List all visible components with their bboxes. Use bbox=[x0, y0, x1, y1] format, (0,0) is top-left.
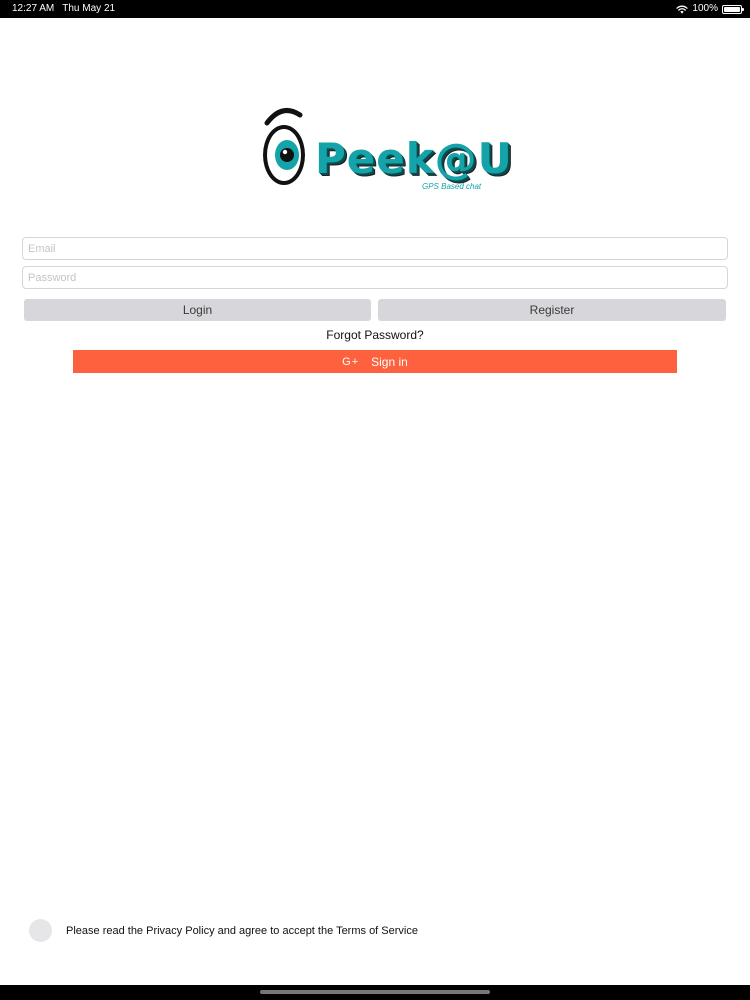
google-sign-in-button[interactable]: G+ Sign in bbox=[73, 350, 677, 373]
status-right: 100% bbox=[676, 0, 744, 18]
password-field[interactable] bbox=[22, 266, 728, 289]
consent-checkbox[interactable] bbox=[29, 919, 52, 942]
wifi-icon bbox=[676, 5, 689, 14]
logo-wordmark: Peek@U bbox=[315, 134, 513, 183]
terms-consent: Please read the Privacy Policy and agree… bbox=[29, 919, 418, 942]
home-bar bbox=[0, 985, 750, 1000]
logo-tagline: GPS Based chat bbox=[422, 182, 482, 191]
google-plus-icon: G+ bbox=[342, 355, 360, 368]
app-logo: Peek@U GPS Based chat bbox=[260, 105, 512, 200]
consent-text: Please read the Privacy Policy and agree… bbox=[66, 924, 418, 937]
home-indicator[interactable] bbox=[260, 990, 490, 994]
battery-icon bbox=[722, 4, 744, 14]
battery-fill bbox=[724, 6, 740, 12]
status-date: Thu May 21 bbox=[62, 3, 116, 14]
forgot-password-link[interactable]: Forgot Password? bbox=[0, 328, 750, 342]
status-left: 12:27 AM Thu May 21 bbox=[12, 0, 115, 18]
battery-percentage: 100% bbox=[692, 3, 718, 14]
register-button[interactable]: Register bbox=[378, 299, 726, 321]
email-field[interactable] bbox=[22, 237, 728, 260]
status-time: 12:27 AM bbox=[12, 3, 55, 14]
login-button[interactable]: Login bbox=[24, 299, 371, 321]
status-bar: 12:27 AM Thu May 21 100% bbox=[0, 0, 750, 18]
google-sign-in-label: Sign in bbox=[371, 354, 408, 369]
eye-icon bbox=[263, 108, 305, 185]
